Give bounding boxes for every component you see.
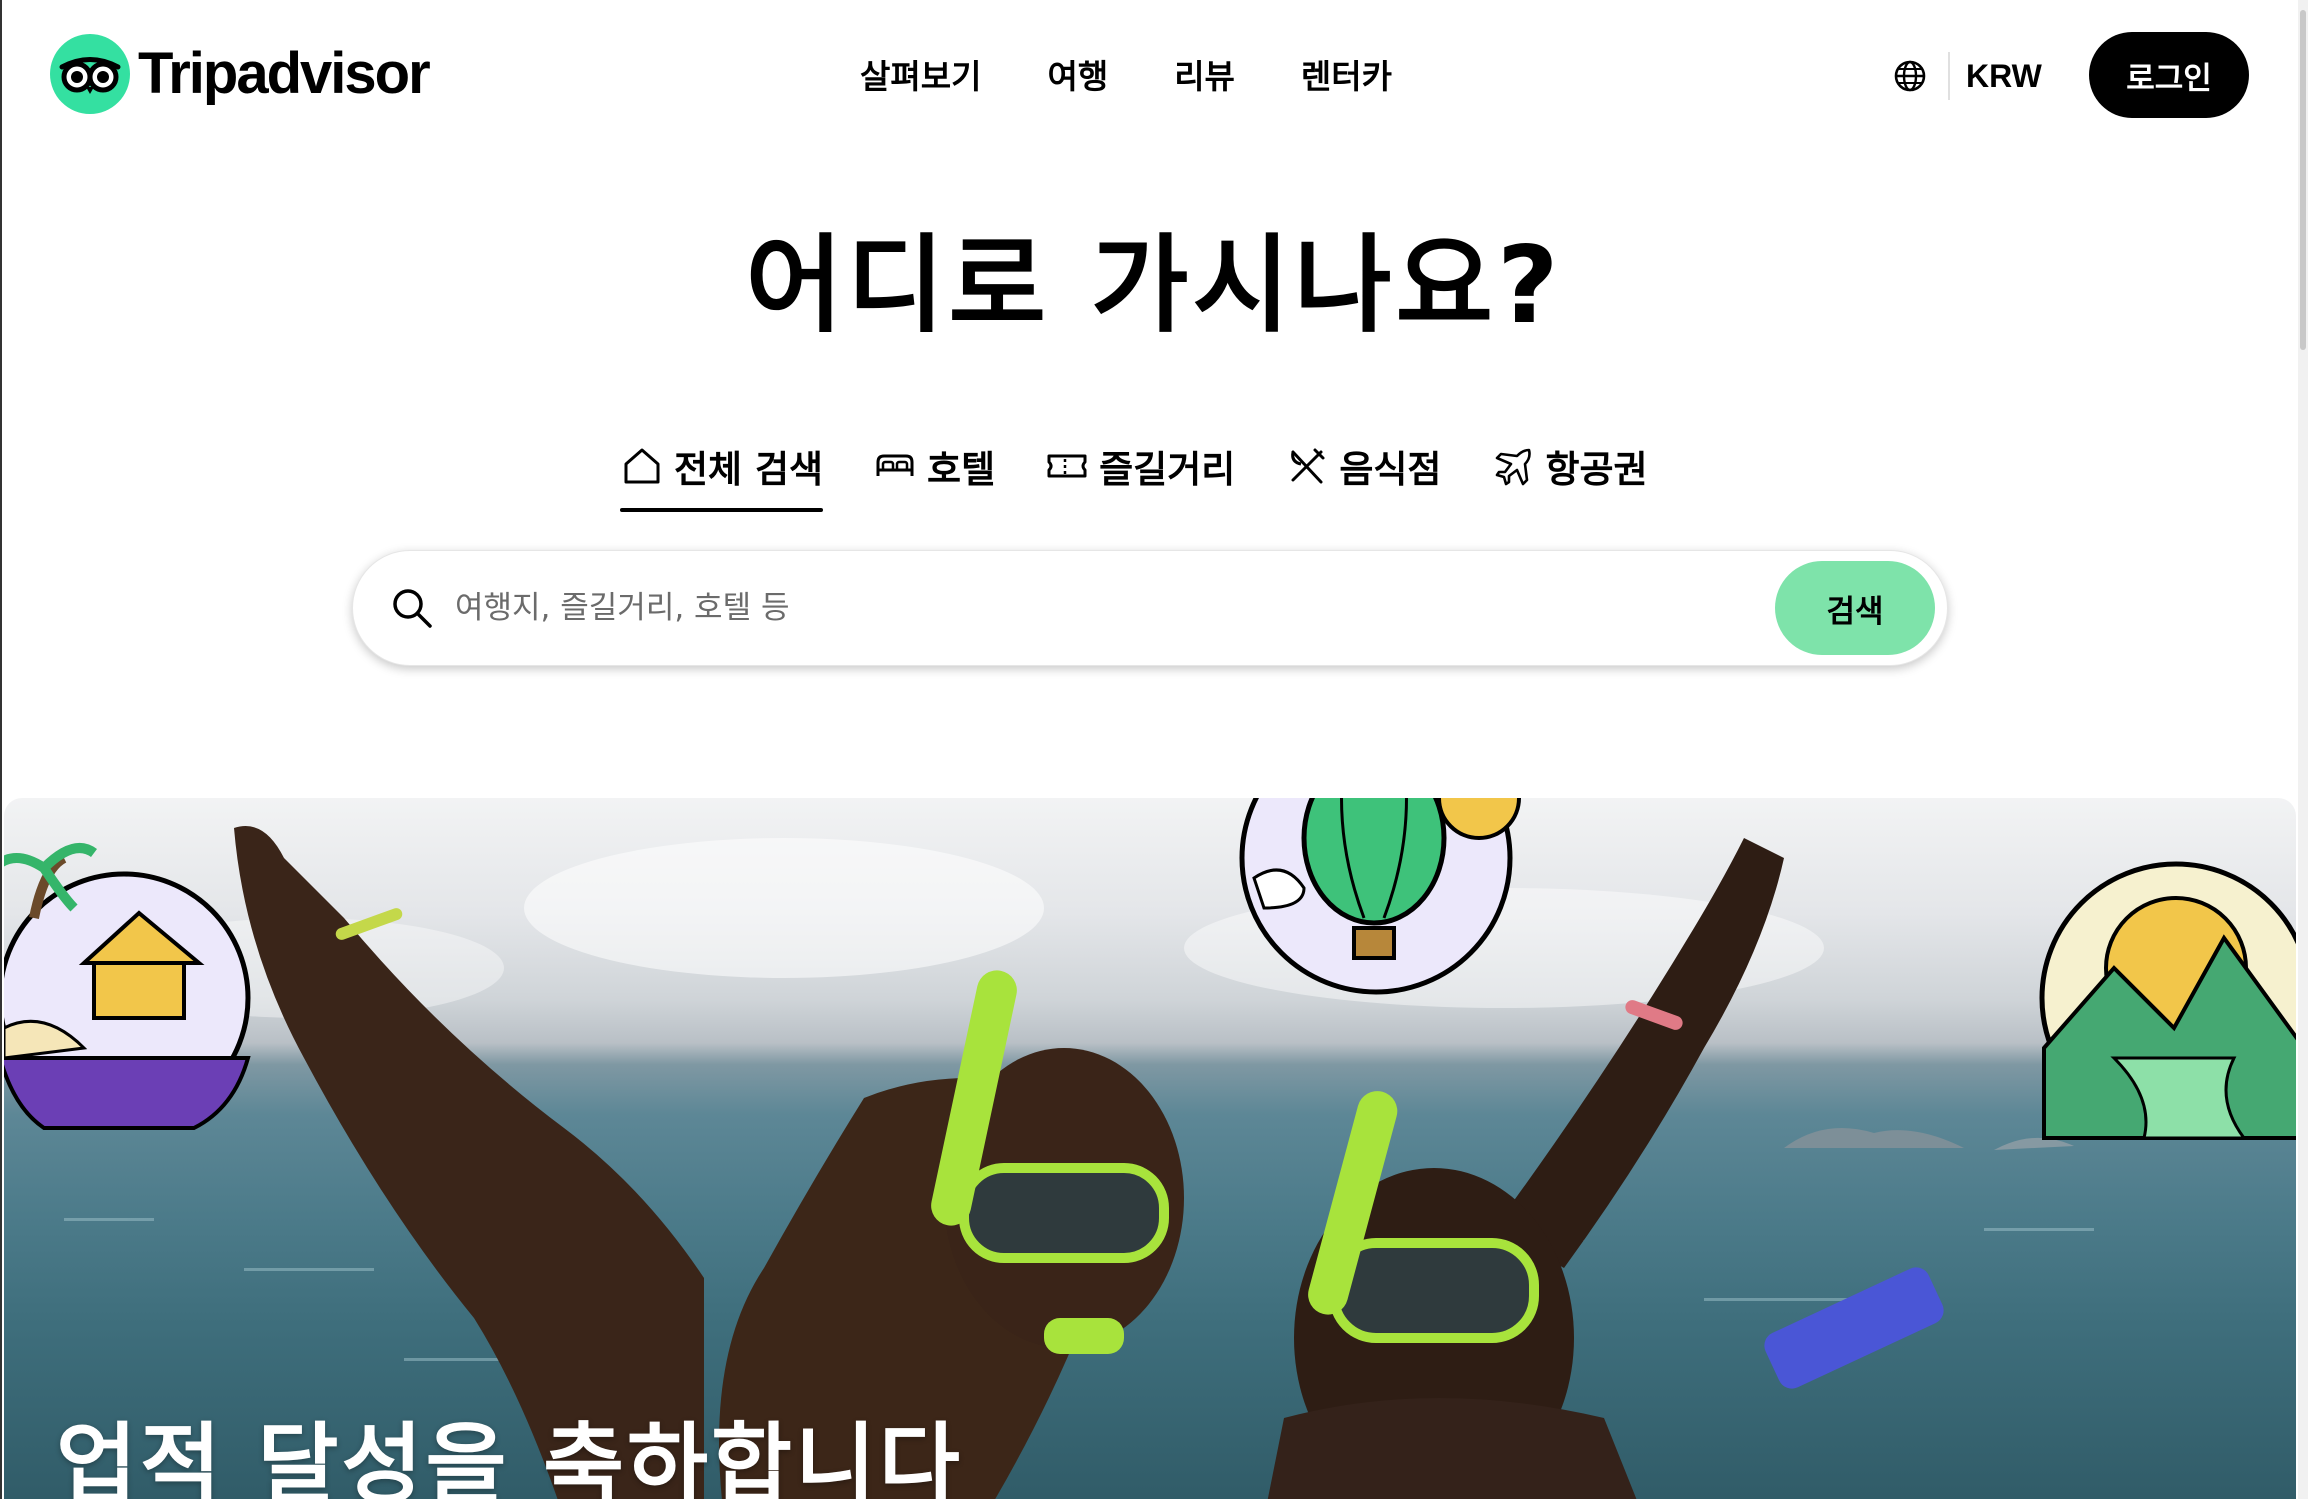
search-button[interactable]: 검색 (1775, 561, 1935, 655)
currency-selector[interactable]: KRW (1966, 54, 2042, 98)
search-icon (393, 589, 432, 628)
nav-item-reviews[interactable]: 리뷰 (1174, 50, 1235, 98)
header-divider (1948, 52, 1950, 100)
search-bar: 검색 (352, 550, 1948, 666)
page: Tripadvisor 살펴보기 여행 리뷰 렌터카 KRW 로그인 어디로 가… (0, 0, 2308, 1499)
scrollbar-thumb[interactable] (2300, 10, 2306, 350)
nav-item-explore[interactable]: 살펴보기 (860, 50, 981, 98)
language-button[interactable] (1892, 58, 1928, 94)
hero-banner[interactable]: 업적 달성을 축하합니다 (4, 798, 2296, 1499)
login-button[interactable]: 로그인 (2089, 32, 2249, 118)
logo-wordmark: Tripadvisor (138, 41, 431, 106)
tab-search-all[interactable]: 전체 검색 (620, 436, 824, 512)
tab-label: 항공권 (1545, 448, 1648, 491)
page-title: 어디로 가시나요? (745, 224, 1563, 347)
nav-item-trips[interactable]: 여행 (1047, 50, 1108, 98)
tab-label: 호텔 (927, 448, 996, 491)
tab-hotels[interactable]: 호텔 (873, 436, 995, 496)
tab-label: 전체 검색 (674, 448, 824, 491)
tab-things-to-do[interactable]: 즐길거리 (1045, 436, 1235, 496)
owl-logo-icon (50, 34, 130, 114)
tab-label: 음식점 (1339, 448, 1442, 491)
search-category-tabs: 전체 검색 호텔 즐길거리 음식점 항공권 (620, 436, 1648, 512)
tab-label: 즐길거리 (1099, 448, 1236, 491)
search-input[interactable] (453, 578, 1775, 638)
tab-flights[interactable]: 항공권 (1491, 436, 1648, 496)
banner-heading: 업적 달성을 축하합니다 (56, 1413, 963, 1499)
nav-item-rental-cars[interactable]: 렌터카 (1301, 50, 1392, 98)
ticket-icon (1047, 454, 1087, 478)
utensils-icon (1291, 448, 1325, 484)
globe-icon (1894, 60, 1926, 92)
main-nav: 살펴보기 여행 리뷰 렌터카 (860, 44, 1392, 104)
bed-icon (876, 454, 914, 476)
tab-restaurants[interactable]: 음식점 (1285, 436, 1441, 496)
window-border (0, 0, 2, 1499)
tripadvisor-logo[interactable]: Tripadvisor (50, 34, 431, 114)
plane-icon (1496, 448, 1532, 486)
home-icon (624, 448, 660, 484)
